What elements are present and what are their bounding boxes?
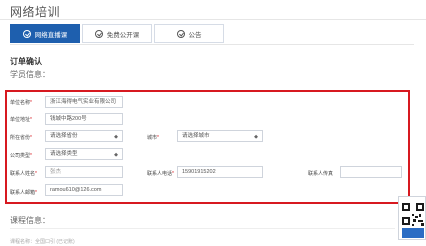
contact-name-label: 联系人姓名* [10,171,37,177]
company-name-label: 单位名称* [10,100,32,106]
check-circle-icon [22,29,31,38]
chevron-icon: ◆ [114,134,118,140]
company-type-select[interactable]: 请选择类型 ◆ [45,148,123,160]
course-name-text: 课程名称：全国口引 (已记账) [10,239,75,245]
tabs-divider [10,44,414,45]
tab-bar: 网络直播课 免费公开课 公告 [10,24,226,43]
course-info-heading: 课程信息： [10,216,50,225]
tab-label: 免费公开课 [106,31,140,39]
tab-announcement[interactable]: 公告 [154,24,224,43]
chevron-icon: ◆ [254,134,258,140]
check-circle-icon [176,29,185,38]
contact-phone-label: 联系人电话* [147,171,174,177]
province-select-value: 请选择省份 [50,133,78,139]
student-info-heading: 学员信息： [10,70,50,79]
contact-fax-field[interactable] [340,166,402,178]
company-address-label: 单位地址* [10,117,32,123]
contact-email-label: 联系人邮箱* [10,190,37,196]
page-title: 网络培训 [10,5,61,19]
province-select[interactable]: 请选择省份 ◆ [45,130,123,142]
city-select[interactable]: 请选择城市 ◆ [177,130,263,142]
contact-fax-label: 联系人传真 [308,171,334,177]
tab-live-course[interactable]: 网络直播课 [10,24,80,43]
qr-code-image [398,196,426,240]
company-type-select-value: 请选择类型 [50,151,78,157]
chevron-icon: ◆ [114,152,118,158]
company-name-field[interactable]: 浙江海得电气实业有限公司 [45,96,123,108]
order-heading: 订单确认 [10,57,42,66]
company-address-field[interactable]: 钱城中路200号 [45,113,123,125]
contact-phone-field[interactable]: 15901915202 [177,166,263,178]
company-type-label: 公司类型* [10,153,32,159]
tab-label: 公告 [188,31,202,39]
city-label: 城市* [147,135,159,141]
contact-name-field[interactable]: 张杰 [45,166,123,178]
city-select-value: 请选择城市 [182,133,210,139]
title-divider [0,19,426,20]
course-divider [10,228,395,229]
qr-code-icon [399,197,425,239]
tab-free-course[interactable]: 免费公开课 [82,24,152,43]
contact-email-field[interactable]: ramou610@126.com [45,184,123,196]
check-circle-icon [94,29,103,38]
tab-label: 网络直播课 [34,31,68,39]
province-label: 所在省份* [10,135,32,141]
